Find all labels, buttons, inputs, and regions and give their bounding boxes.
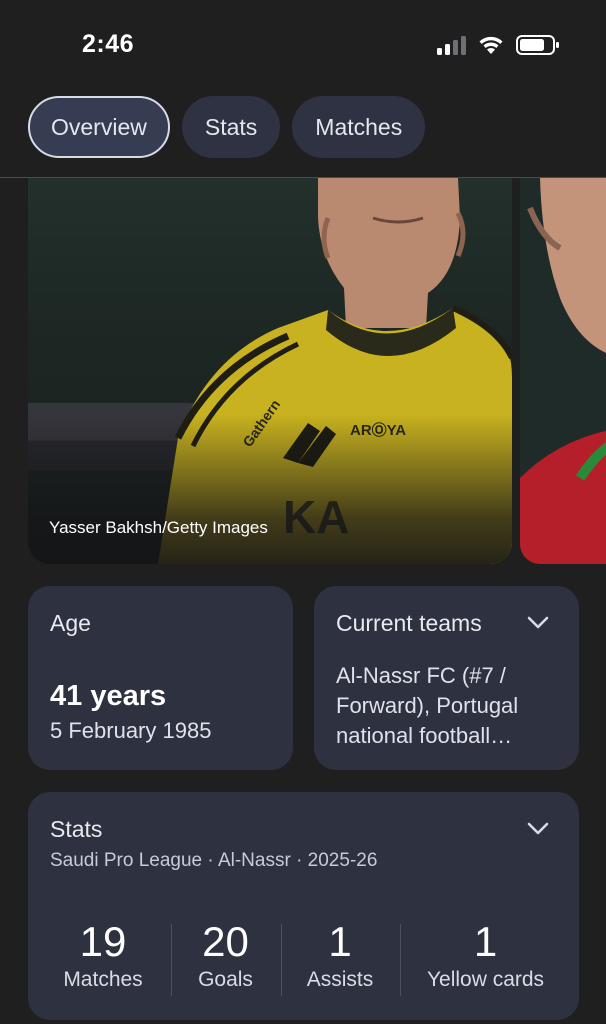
chevron-down-icon[interactable]	[527, 616, 549, 630]
wifi-icon	[479, 36, 503, 54]
birth-date: 5 February 1985	[50, 718, 212, 743]
stat-label: Goals	[198, 968, 253, 991]
current-teams-text: Al-Nassr FC (#7 / Forward), Portugal nat…	[336, 663, 519, 748]
status-time: 2:46	[82, 30, 135, 58]
photo-shade	[28, 414, 512, 564]
cellular-signal-icon	[437, 35, 466, 55]
status-bar: 2:46	[0, 0, 606, 88]
stat-value: 1	[328, 918, 352, 965]
tab-stats[interactable]: Stats	[181, 96, 281, 158]
stat-divider	[400, 924, 401, 996]
stat-label: Assists	[306, 968, 374, 991]
tab-overview[interactable]: Overview	[28, 96, 170, 158]
player-photo-secondary[interactable]	[520, 178, 606, 564]
player-photo[interactable]: ARⓄYA Gathern KA Yasser Bakhsh/Getty Ima…	[28, 178, 512, 564]
battery-icon	[516, 35, 559, 55]
tab-bar: Overview Stats Matches	[28, 96, 426, 158]
stats-subtitle: Saudi Pro League · Al-Nassr · 2025-26	[50, 850, 378, 871]
stat-assists: 1 Assists	[290, 920, 390, 1000]
chevron-down-icon[interactable]	[527, 822, 549, 836]
stat-value: 20	[202, 918, 249, 965]
age-label: Age	[50, 610, 91, 636]
stats-row: 19 Matches 20 Goals 1 Assists 1 Yellow c…	[28, 920, 579, 1000]
stat-matches: 19 Matches	[48, 920, 158, 1000]
age-card[interactable]: Age 41 years 5 February 1985	[28, 586, 293, 770]
stat-value: 19	[79, 918, 127, 965]
age-years: 41 years	[50, 680, 167, 712]
stat-divider	[281, 924, 282, 996]
stat-value: 1	[473, 918, 498, 965]
photo-credit: Yasser Bakhsh/Getty Images	[49, 518, 268, 537]
stat-divider	[171, 924, 172, 996]
current-teams-label: Current teams	[336, 610, 482, 636]
stat-goals: 20 Goals	[178, 920, 273, 1000]
tab-matches[interactable]: Matches	[292, 96, 426, 158]
stat-label: Matches	[63, 968, 143, 991]
stats-card[interactable]: Stats Saudi Pro League · Al-Nassr · 2025…	[28, 792, 579, 1020]
secondary-photo-illustration	[520, 178, 606, 564]
status-icons	[437, 34, 560, 56]
stats-label: Stats	[50, 816, 103, 842]
screen: 2:46 Overview Stats Matches Yasser Bakhs…	[0, 0, 606, 1024]
image-carousel[interactable]: ARⓄYA Gathern KA Yasser Bakhsh/Getty Ima…	[0, 178, 606, 564]
stat-label: Yellow cards	[426, 968, 545, 991]
stat-yellow-cards: 1 Yellow cards	[408, 920, 563, 1000]
current-teams-card[interactable]: Current teams Al-Nassr FC (#7 / Forward)…	[314, 586, 579, 770]
